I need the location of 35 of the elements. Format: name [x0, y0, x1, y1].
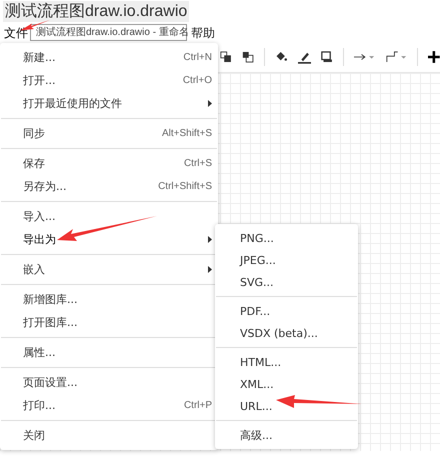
menu-entry[interactable]: 关闭 — [0, 424, 218, 447]
menu-entry[interactable]: 打印... Ctrl+P — [0, 394, 218, 417]
menu-entry[interactable]: 保存 Ctrl+S — [0, 152, 218, 175]
menu-entry[interactable]: HTML... — [215, 351, 358, 373]
menu-entry[interactable]: PNG... — [215, 227, 358, 249]
menu-entry[interactable]: 打开最近使用的文件 — [0, 92, 218, 115]
document-title[interactable]: 测试流程图draw.io.drawio — [3, 0, 190, 22]
menu-entry[interactable]: SVG... — [215, 271, 358, 293]
menu-entry[interactable]: 另存为... Ctrl+Shift+S — [0, 175, 218, 198]
shadow-icon[interactable] — [321, 50, 333, 64]
plus-icon[interactable] — [428, 50, 440, 64]
menu-entry[interactable]: 打开图库... — [0, 311, 218, 334]
menu-entry[interactable]: 打开... Ctrl+O — [0, 69, 218, 92]
to-back-icon[interactable] — [242, 50, 254, 64]
submenu-arrow-icon — [208, 266, 212, 273]
rename-tooltip: 测试流程图draw.io.drawio - 重命名 — [30, 24, 187, 41]
menu-entry[interactable]: 新增图库... — [0, 288, 218, 311]
menu-entry[interactable]: 新建... Ctrl+N — [0, 46, 218, 69]
menu-entry[interactable]: 导入... — [0, 205, 218, 228]
menu-entry[interactable]: 属性... — [0, 341, 218, 364]
menu-entry[interactable]: XML... — [215, 373, 358, 395]
menu-entry[interactable]: 同步 Alt+Shift+S — [0, 122, 218, 145]
menu-entry[interactable]: VSDX (beta)... — [215, 322, 358, 344]
menu-entry[interactable]: 高级... — [215, 424, 358, 446]
menu-item[interactable]: 文件 — [4, 25, 28, 42]
submenu-arrow-icon — [208, 236, 212, 243]
connector-icon[interactable] — [386, 50, 408, 64]
arrow-style-icon[interactable] — [354, 52, 376, 62]
to-front-icon[interactable] — [220, 50, 232, 64]
menu-entry[interactable]: 页面设置... — [0, 371, 218, 394]
menu-item[interactable]: 帮助 — [191, 25, 215, 42]
menu-entry[interactable]: 嵌入 — [0, 258, 218, 281]
menu-entry[interactable]: PDF... — [215, 300, 358, 322]
menu-entry[interactable]: JPEG... — [215, 249, 358, 271]
submenu-arrow-icon — [208, 100, 212, 107]
